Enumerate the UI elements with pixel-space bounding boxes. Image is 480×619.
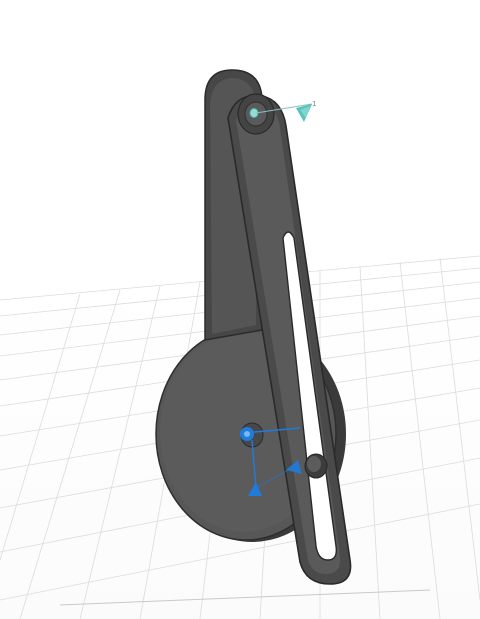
cad-viewport[interactable]: 1: [0, 0, 480, 619]
viewport-canvas[interactable]: 1: [0, 0, 480, 619]
joint-label: 1: [312, 100, 316, 108]
top-pivot-hub[interactable]: [237, 93, 275, 135]
ground-edge: [59, 589, 431, 606]
slot-pin[interactable]: [304, 453, 328, 479]
